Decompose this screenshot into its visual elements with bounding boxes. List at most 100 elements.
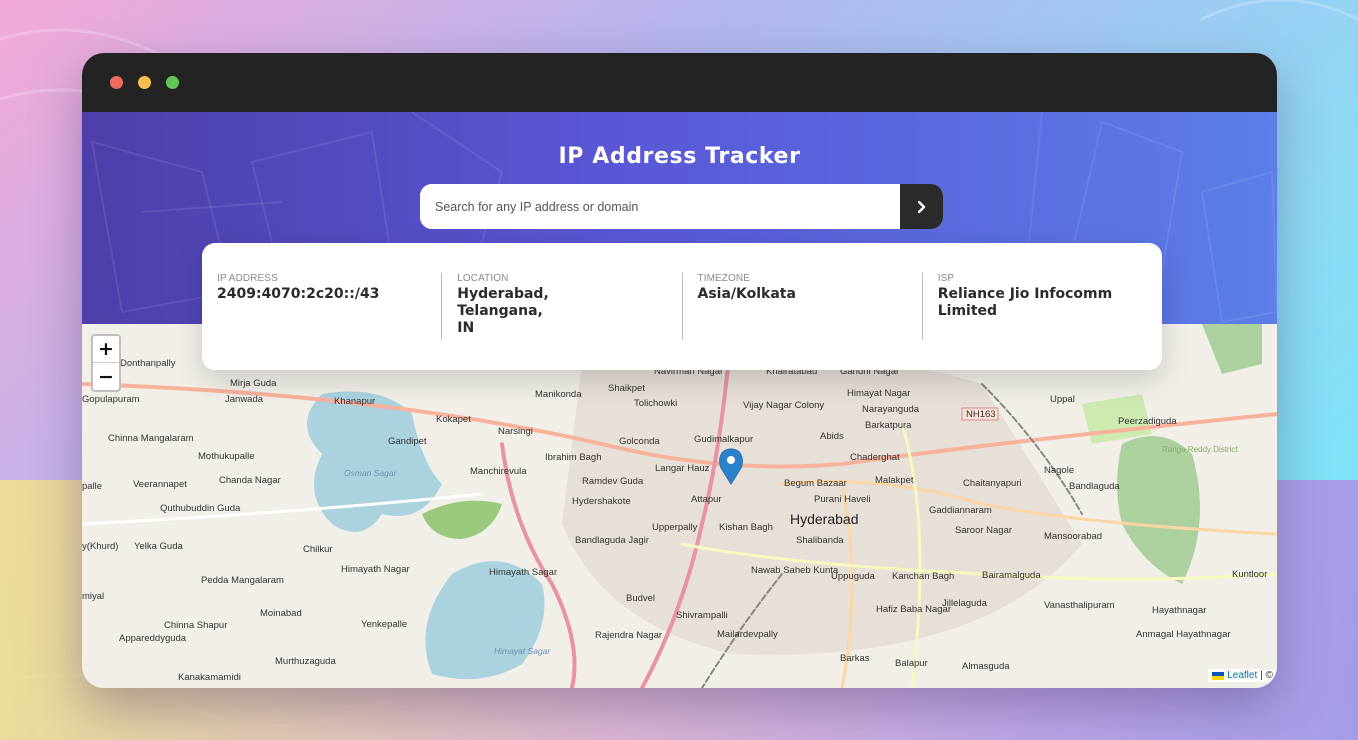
map-label: Peerzadiguda	[1118, 416, 1177, 427]
map-label: Kuntloor	[1232, 569, 1267, 580]
zoom-in-button[interactable]: +	[93, 336, 119, 363]
map-label: Begum Bazaar	[784, 478, 847, 489]
map-label: Chinna Shapur	[164, 620, 227, 631]
minimize-window-button[interactable]	[138, 76, 151, 89]
map-label: Upperpally	[652, 522, 698, 533]
window-titlebar	[82, 53, 1277, 112]
chevron-right-icon	[917, 200, 925, 213]
map-label: Vijay Nagar Colony	[743, 400, 824, 411]
map-label: Osman Sagar	[344, 468, 398, 478]
map-label: Murthuzaguda	[275, 656, 336, 667]
map-attribution: Leaflet | ©	[1208, 669, 1277, 682]
map-label: Shivrampalli	[676, 610, 728, 621]
zoom-out-button[interactable]: −	[93, 363, 119, 390]
map-label: Malakpet	[875, 475, 914, 486]
map-label: Attapur	[691, 494, 722, 505]
map-label: Khanapur	[334, 396, 375, 407]
map-tiles: Hyderabad Donthanpally Mirja Guda Gopula…	[82, 324, 1277, 688]
map-label: Gandipet	[388, 436, 427, 447]
map-label: Langar Hauz	[655, 463, 710, 474]
map-label: Rajendra Nagar	[595, 630, 662, 641]
map-label: Mansoorabad	[1044, 531, 1102, 542]
map-label: Donthanpally	[120, 358, 176, 369]
map-label: Himayath Sagar	[489, 567, 557, 578]
map-label: Himayath Nagar	[341, 564, 410, 575]
map-label: Nawab Saheb Kunta	[751, 565, 839, 576]
map-label: Mothukupalle	[198, 451, 255, 462]
map-label: Bandlaguda Jagir	[575, 535, 649, 546]
map-label: Tolichowki	[634, 398, 677, 409]
map-label: Kanakamamidi	[178, 672, 241, 683]
map-label: Himayat Sagar	[494, 646, 551, 656]
location-value: Hyderabad, Telangana, IN	[457, 286, 549, 336]
map-label: Ramdev Guda	[582, 476, 644, 487]
ip-address-section: IP ADDRESS 2409:4070:2c20::/43	[202, 273, 441, 340]
map-label: Hydershakote	[572, 496, 631, 507]
map-label: Yenkepalle	[361, 619, 407, 630]
map-label: Chilkur	[303, 544, 333, 555]
search-submit-button[interactable]	[900, 184, 943, 229]
timezone-value: Asia/Kolkata	[697, 286, 796, 302]
search-input[interactable]	[420, 184, 900, 229]
map-label: Hafiz Baba Nagar	[876, 604, 951, 615]
map-label: Ranga Reddy District	[1162, 445, 1238, 454]
map-label: Manchirevula	[470, 466, 527, 477]
map-label: Golconda	[619, 436, 660, 447]
browser-window: Hyderabad Donthanpally Mirja Guda Gopula…	[82, 53, 1277, 688]
map-label: Abids	[820, 431, 844, 442]
map-label: Barkatpura	[865, 420, 912, 431]
timezone-label: TIMEZONE	[697, 273, 750, 284]
close-window-button[interactable]	[110, 76, 123, 89]
map-label: Chanda Nagar	[219, 475, 281, 486]
map-label: Uppal	[1050, 394, 1075, 405]
map-view[interactable]: Hyderabad Donthanpally Mirja Guda Gopula…	[82, 324, 1277, 688]
map-label: Ibrahim Bagh	[545, 452, 602, 463]
isp-section: ISP Reliance Jio Infocomm Limited	[921, 273, 1162, 340]
map-label: Himayat Nagar	[847, 388, 910, 399]
map-label: Nagole	[1044, 465, 1074, 476]
ip-address-value: 2409:4070:2c20::/43	[217, 286, 380, 302]
map-label: Pedda Mangalaram	[201, 575, 284, 586]
map-label: Purani Haveli	[814, 494, 871, 505]
map-label: Gaddiannaram	[929, 505, 992, 516]
location-section: LOCATION Hyderabad, Telangana, IN	[441, 273, 681, 340]
map-label: Narayanguda	[862, 404, 920, 415]
map-label: Janwada	[225, 394, 264, 405]
map-label: Almasguda	[962, 661, 1010, 672]
map-label: Veerannapet	[133, 479, 187, 490]
map-label: Chinna Mangalaram	[108, 433, 194, 444]
map-label: Kokapet	[436, 414, 471, 425]
map-label: Narsingi	[498, 426, 533, 437]
map-label: Shaikpet	[608, 383, 645, 394]
map-label: Bairamalguda	[982, 570, 1041, 581]
map-label: Gopulapuram	[82, 394, 140, 405]
map-label: Mailardevpally	[717, 629, 778, 640]
map-label: Chaitanyapuri	[963, 478, 1022, 489]
leaflet-link[interactable]: Leaflet	[1227, 670, 1257, 681]
timezone-section: TIMEZONE Asia/Kolkata	[681, 273, 922, 340]
map-label: Moinabad	[260, 608, 302, 619]
maximize-window-button[interactable]	[166, 76, 179, 89]
map-label: Vanasthalipuram	[1044, 600, 1115, 611]
map-label: Yelka Guda	[134, 541, 183, 552]
map-label: Kanchan Bagh	[892, 571, 954, 582]
page-title: IP Address Tracker	[558, 144, 801, 169]
map-label: palle	[82, 481, 102, 492]
map-label: Uppuguda	[831, 571, 876, 582]
isp-label: ISP	[937, 273, 955, 284]
map-label: Shalibanda	[796, 535, 844, 546]
attribution-separator: | ©	[1260, 670, 1273, 681]
map-label: Budvel	[626, 593, 655, 604]
highway-shield: NH163	[966, 409, 996, 420]
map-label: Barkas	[840, 653, 870, 664]
map-label: Mirja Guda	[230, 378, 277, 389]
ukraine-flag-icon	[1212, 671, 1225, 680]
map-label: Saroor Nagar	[955, 525, 1012, 536]
map-label: Chaderghat	[850, 452, 900, 463]
map-label: Quthubuddin Guda	[160, 503, 241, 514]
map-label: Balapur	[895, 658, 928, 669]
ip-address-label: IP ADDRESS	[217, 273, 278, 284]
isp-value: Reliance Jio Infocomm Limited	[937, 286, 1113, 319]
ip-info-card: IP ADDRESS 2409:4070:2c20::/43 LOCATION …	[202, 243, 1162, 370]
map-label: miyal	[82, 591, 104, 602]
